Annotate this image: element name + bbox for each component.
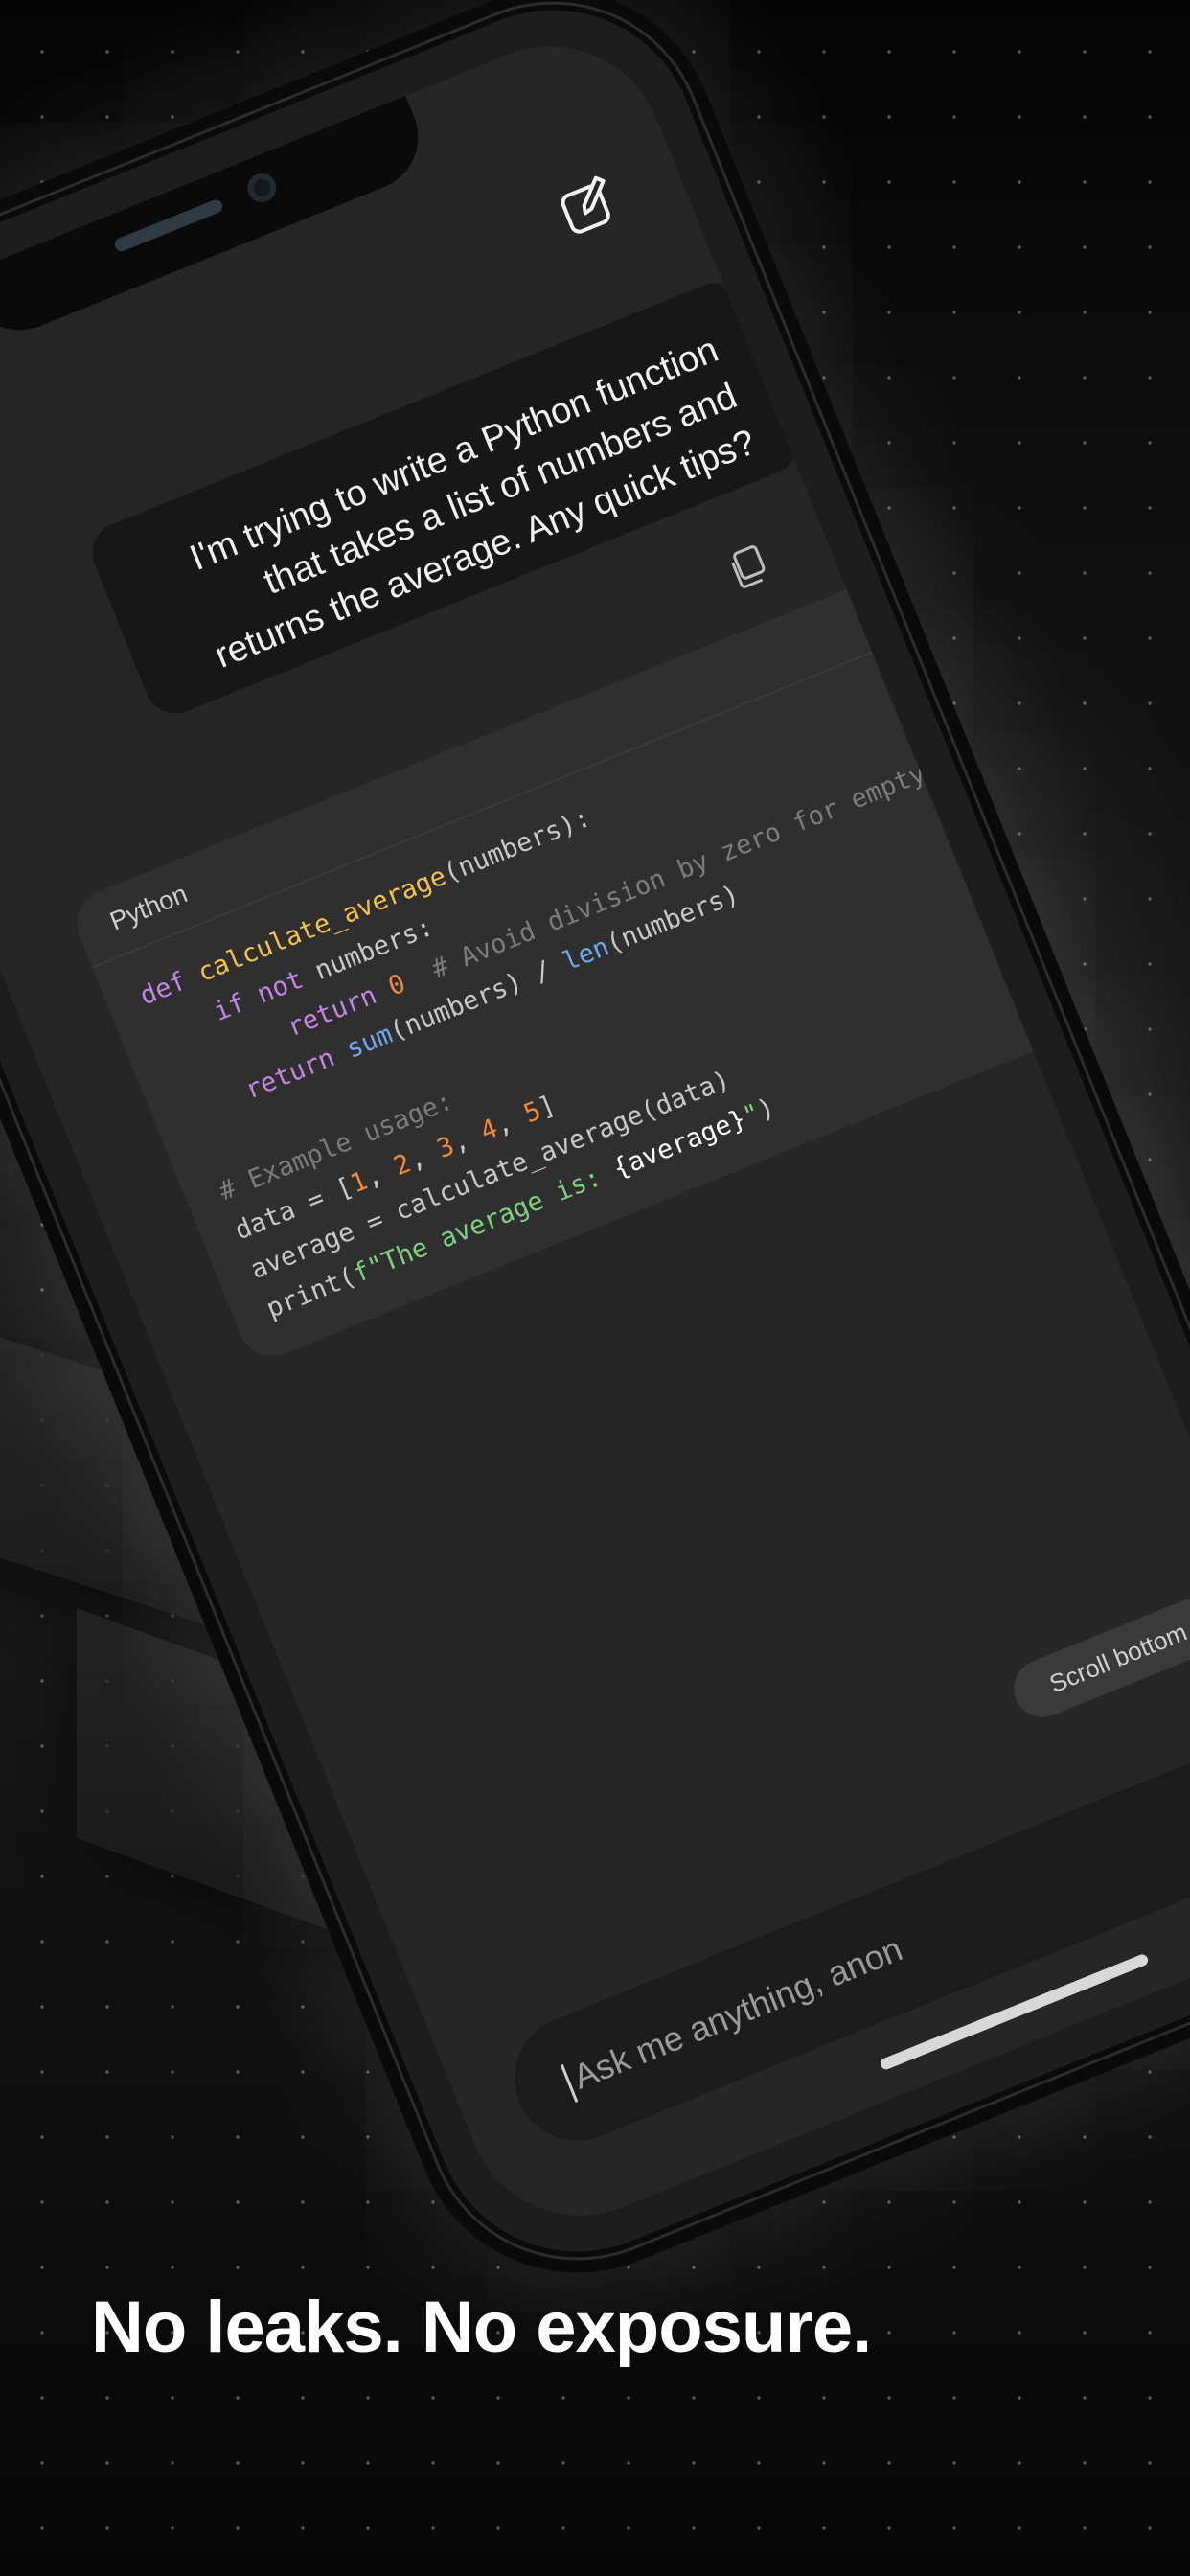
camera-icon [242,169,281,207]
user-message-text: I'm trying to write a Python function th… [184,330,762,677]
edit-icon[interactable] [554,171,624,241]
chat-input-placeholder: Ask me anything, anon [567,1928,908,2097]
code-line: average = calculate_average(data) [246,1065,735,1285]
speaker-icon [112,197,225,254]
page-headline: No leaks. No exposure. [91,2287,872,2368]
code-line: return 0 # Avoid division by zero for em… [283,724,1017,1044]
scroll-bottom-button[interactable]: Scroll bottom [1005,1589,1190,1726]
copy-icon[interactable] [725,543,770,591]
